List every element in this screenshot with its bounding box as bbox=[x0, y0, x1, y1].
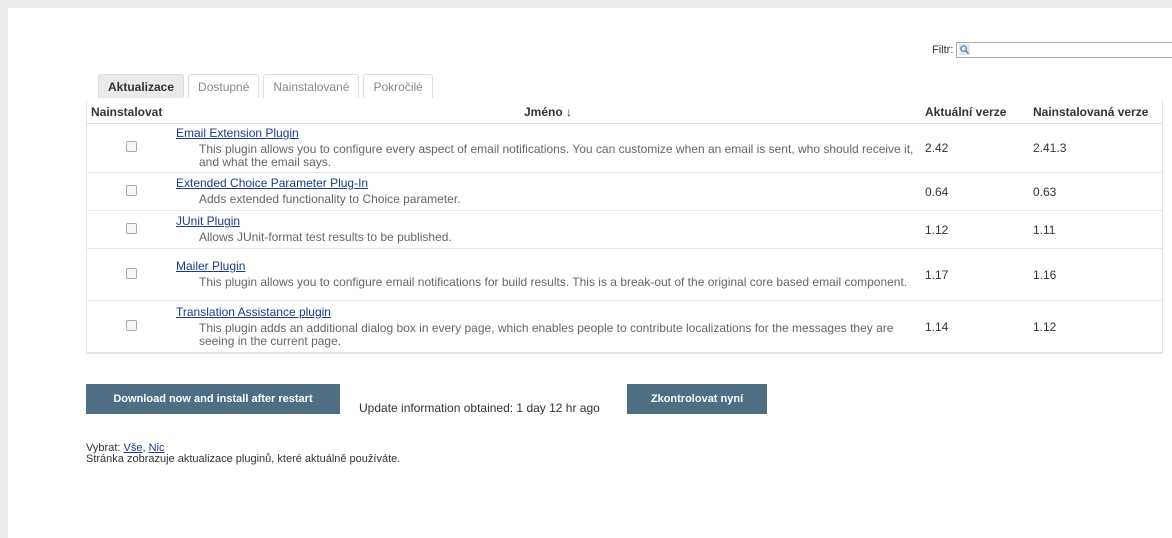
column-header-installed-version[interactable]: Nainstalovaná verze bbox=[1029, 100, 1162, 124]
plugin-description: This plugin allows you to configure emai… bbox=[199, 275, 908, 289]
column-header-name[interactable]: Jméno ↓ bbox=[175, 100, 921, 124]
page-note: Stránka zobrazuje aktualizace pluginů, k… bbox=[86, 453, 401, 465]
filter-bar: Filtr: bbox=[932, 42, 1172, 58]
tab-advanced[interactable]: Pokročilé bbox=[363, 74, 433, 98]
tab-bar: Aktualizace Dostupné Nainstalované Pokro… bbox=[98, 74, 433, 98]
download-install-button[interactable]: Download now and install after restart bbox=[86, 384, 340, 414]
plugin-description: Adds extended functionality to Choice pa… bbox=[199, 192, 461, 206]
column-header-current-version[interactable]: Aktuální verze bbox=[921, 100, 1029, 124]
table-row: JUnit Plugin Allows JUnit-format test re… bbox=[87, 211, 1162, 249]
plugin-link[interactable]: Email Extension Plugin bbox=[176, 126, 299, 140]
plugin-link[interactable]: Translation Assistance plugin bbox=[176, 305, 331, 319]
page-content: Filtr: Aktualizace Dostupné Nainstalovan… bbox=[8, 8, 1172, 538]
table-row: Email Extension Plugin This plugin allow… bbox=[87, 124, 1162, 173]
table-row: Translation Assistance plugin This plugi… bbox=[87, 301, 1162, 353]
installed-version: 1.16 bbox=[1033, 267, 1057, 282]
installed-version: 1.11 bbox=[1033, 222, 1056, 237]
tab-updates[interactable]: Aktualizace bbox=[98, 74, 185, 98]
filter-input[interactable] bbox=[957, 43, 1172, 57]
current-version: 1.12 bbox=[925, 222, 949, 237]
plugin-link[interactable]: Mailer Plugin bbox=[176, 259, 245, 273]
plugin-description: This plugin allows you to configure ever… bbox=[199, 142, 914, 169]
check-now-button[interactable]: Zkontrolovat nyní bbox=[627, 384, 767, 414]
tab-available[interactable]: Dostupné bbox=[188, 74, 260, 98]
installed-version: 0.63 bbox=[1033, 184, 1057, 199]
column-header-install[interactable]: Nainstalovat bbox=[87, 100, 175, 124]
filter-field[interactable] bbox=[956, 42, 1172, 58]
install-checkbox[interactable] bbox=[125, 141, 137, 152]
plugin-description: This plugin adds an additional dialog bo… bbox=[199, 320, 894, 348]
table-row: Mailer Plugin This plugin allows you to … bbox=[87, 249, 1162, 301]
search-icon bbox=[959, 44, 971, 55]
install-checkbox[interactable] bbox=[125, 184, 137, 196]
filter-label: Filtr: bbox=[932, 44, 954, 56]
current-version: 1.14 bbox=[925, 319, 949, 334]
current-version: 2.42 bbox=[925, 141, 949, 155]
plugin-link[interactable]: Extended Choice Parameter Plug-In bbox=[176, 176, 368, 190]
install-checkbox[interactable] bbox=[125, 267, 137, 279]
installed-version: 1.12 bbox=[1033, 319, 1057, 334]
install-checkbox[interactable] bbox=[125, 222, 137, 234]
plugins-table: Nainstalovat Jméno ↓ Aktuální verze Nain… bbox=[86, 100, 1163, 354]
update-info-text: Update information obtained: 1 day 12 hr… bbox=[359, 401, 600, 415]
plugin-description: Allows JUnit-format test results to be p… bbox=[199, 230, 452, 244]
tab-installed[interactable]: Nainstalované bbox=[263, 74, 360, 98]
current-version: 0.64 bbox=[925, 184, 949, 199]
table-header-row: Nainstalovat Jméno ↓ Aktuální verze Nain… bbox=[87, 100, 1162, 124]
install-checkbox[interactable] bbox=[125, 319, 137, 331]
current-version: 1.17 bbox=[925, 267, 949, 282]
installed-version: 2.41.3 bbox=[1033, 141, 1067, 155]
plugin-link[interactable]: JUnit Plugin bbox=[176, 214, 240, 228]
table-row: Extended Choice Parameter Plug-In Adds e… bbox=[87, 173, 1162, 211]
